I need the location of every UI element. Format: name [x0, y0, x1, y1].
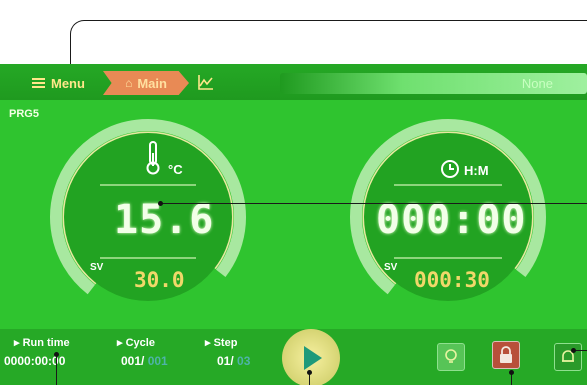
lock-icon [500, 346, 512, 363]
callout-dot-alarm [571, 348, 576, 353]
step-label: ▸ Step [205, 337, 238, 349]
program-name: PRG5 [9, 108, 39, 120]
menu-icon [32, 76, 45, 90]
step-value: 01/ 03 [217, 354, 251, 368]
time-sv-label: SV [384, 262, 398, 273]
callout-menu [70, 20, 587, 69]
time-unit: H:M [464, 163, 489, 178]
temperature-set-value[interactable]: 30.0 [134, 268, 185, 292]
temperature-divider-bottom [100, 257, 196, 259]
clock-icon [441, 160, 459, 178]
alarm-button[interactable] [554, 343, 582, 371]
callout-dot-lock [509, 370, 514, 375]
main-tab[interactable]: ⌂ Main [103, 71, 189, 95]
thermometer-icon [146, 141, 160, 175]
bulb-icon [445, 349, 457, 363]
time-set-value[interactable]: 000:30 [414, 268, 490, 292]
status-field: None [280, 73, 587, 94]
menu-label: Menu [51, 75, 85, 91]
callout-temperature-pv [160, 203, 587, 204]
hmi-screen: Menu ⌂ Main None PRG5 °C 15.6 SV 30.0 H:… [0, 64, 587, 385]
time-divider-bottom [394, 257, 502, 259]
time-gauge: H:M 000:00 SV 000:30 [348, 117, 548, 317]
cycle-total: 001 [147, 354, 168, 368]
light-button[interactable] [437, 343, 465, 371]
cycle-current: 001 [121, 354, 142, 368]
status-value: None [521, 76, 553, 91]
trend-icon[interactable] [198, 74, 214, 90]
runtime-label: ▸ Run time [14, 337, 70, 349]
callout-dot-temperature-pv [158, 201, 163, 206]
play-icon [304, 346, 322, 370]
main-tab-label: Main [137, 75, 167, 91]
callout-dot-runtime [54, 352, 59, 357]
temperature-gauge: °C 15.6 SV 30.0 [48, 117, 248, 317]
top-bar: Menu ⌂ Main None [0, 64, 587, 100]
start-button[interactable] [282, 329, 340, 385]
time-divider-top [394, 184, 502, 186]
temperature-sv-label: SV [90, 262, 104, 273]
home-icon: ⌂ [125, 76, 133, 90]
alarm-bell-icon [562, 350, 574, 362]
menu-button[interactable]: Menu [32, 72, 85, 94]
callout-dot-start [307, 370, 312, 375]
step-current: 01 [217, 354, 231, 368]
cycle-label: ▸ Cycle [117, 337, 155, 349]
temperature-divider-top [100, 184, 196, 186]
temperature-unit: °C [168, 162, 183, 177]
callout-runtime [56, 354, 57, 385]
cycle-value: 001/ 001 [121, 354, 168, 368]
lock-button[interactable] [492, 341, 520, 369]
step-total: 03 [237, 354, 251, 368]
